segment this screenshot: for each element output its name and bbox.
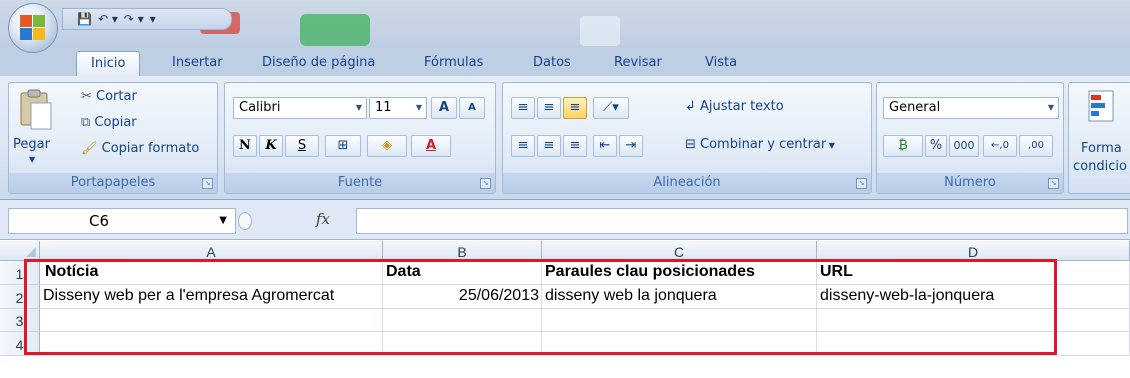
number-group-label: Número <box>877 173 1063 193</box>
column-header-a[interactable]: A <box>40 241 383 261</box>
grow-font-button[interactable]: A <box>431 97 457 119</box>
decrease-indent-button[interactable]: ⇤ <box>593 135 617 157</box>
font-size-value: 11 <box>375 100 392 115</box>
align-top-button[interactable]: ≡ <box>511 97 535 119</box>
shrink-font-button[interactable]: A <box>459 97 485 119</box>
highlight-box <box>24 259 1057 355</box>
font-name-select[interactable]: Calibri ▼ <box>233 97 367 119</box>
font-size-select[interactable]: 11 ▼ <box>369 97 427 119</box>
number-format-select[interactable]: General ▼ <box>883 97 1059 119</box>
wrap-text-icon: ↲ <box>685 99 701 114</box>
formula-bar-splitter[interactable] <box>238 212 252 230</box>
cut-label: Cortar <box>96 89 137 104</box>
font-color-button[interactable]: A <box>411 135 451 157</box>
copy-label: Copiar <box>94 115 137 130</box>
office-button[interactable] <box>8 3 58 53</box>
column-header-d[interactable]: D <box>817 241 1130 261</box>
tab-vista[interactable]: Vista <box>705 51 737 76</box>
clipboard-group-label: Portapapeles <box>9 173 217 193</box>
select-all-button[interactable] <box>0 241 40 261</box>
copy-icon: ⧉ <box>81 115 95 130</box>
paste-icon[interactable] <box>15 89 55 135</box>
number-format-value: General <box>889 100 941 115</box>
customize-qat-icon[interactable]: ▾ <box>150 12 156 26</box>
save-icon[interactable]: 💾 <box>77 12 92 26</box>
ribbon-tabs: Inicio Insertar Diseño de página Fórmula… <box>0 46 1130 76</box>
font-name-value: Calibri <box>239 100 281 115</box>
alignment-group: ≡ ≡ ≡ ⟋▾ ≡ ≡ ≡ ⇤ ⇥ ↲ Ajustar texto ⊟ Com… <box>502 82 872 194</box>
comma-style-button[interactable]: 000 <box>949 135 979 157</box>
bold-button[interactable]: N <box>233 135 257 157</box>
name-box[interactable]: C6 ▼ <box>8 208 236 234</box>
scissors-icon: ✂ <box>81 89 97 104</box>
blurred-region <box>580 16 620 46</box>
align-bottom-button[interactable]: ≡ <box>563 97 587 119</box>
conditional-format-label-1[interactable]: Forma <box>1081 141 1122 156</box>
wrap-text-label: Ajustar texto <box>700 99 784 114</box>
merge-icon: ⊟ <box>685 137 701 152</box>
paste-button[interactable]: Pegar <box>13 137 50 152</box>
align-middle-button[interactable]: ≡ <box>537 97 561 119</box>
tab-datos[interactable]: Datos <box>533 51 571 76</box>
number-group: General ▼ ₿ % 000 ←,0 ,00 Número ↘ <box>876 82 1064 194</box>
ribbon: Pegar ▼ ✂ Cortar ⧉ Copiar 🖌 Copiar forma… <box>0 76 1130 200</box>
insert-function-icon[interactable]: fx <box>316 210 330 228</box>
cell-reference: C6 <box>89 212 110 230</box>
chevron-down-icon: ▼ <box>415 103 422 112</box>
increase-decimal-button[interactable]: ←,0 <box>983 135 1017 157</box>
decrease-decimal-button[interactable]: ,00 <box>1019 135 1053 157</box>
paste-dropdown-icon[interactable]: ▼ <box>29 155 35 164</box>
conditional-format-icon[interactable] <box>1087 89 1115 125</box>
column-header-b[interactable]: B <box>383 241 542 261</box>
tab-formulas[interactable]: Fórmulas <box>424 51 483 76</box>
cut-button[interactable]: ✂ Cortar <box>81 89 137 104</box>
underline-button[interactable]: S <box>285 135 319 157</box>
tab-revisar[interactable]: Revisar <box>614 51 662 76</box>
italic-button[interactable]: K <box>259 135 283 157</box>
orientation-button[interactable]: ⟋▾ <box>593 97 629 119</box>
format-painter-button[interactable]: 🖌 Copiar formato <box>81 141 199 156</box>
fill-color-button[interactable]: ◈ <box>367 135 407 157</box>
tab-insertar[interactable]: Insertar <box>172 51 223 76</box>
font-group: Calibri ▼ 11 ▼ A A N K S ⊞ ◈ A Fuente ↘ <box>224 82 496 194</box>
office-logo-icon <box>20 15 46 41</box>
chevron-down-icon: ▼ <box>219 215 227 226</box>
alignment-launcher-icon[interactable]: ↘ <box>856 178 867 189</box>
format-painter-label: Copiar formato <box>101 141 200 156</box>
merge-center-button[interactable]: ⊟ Combinar y centrar ▼ <box>685 137 835 152</box>
formula-bar: C6 ▼ fx <box>0 200 1130 240</box>
percent-button[interactable]: % <box>925 135 947 157</box>
redo-icon[interactable]: ↷ ▾ <box>124 12 144 26</box>
formula-input[interactable] <box>356 208 1128 234</box>
accounting-format-button[interactable]: ₿ <box>883 135 923 157</box>
conditional-format-label-2[interactable]: condicio <box>1073 159 1127 174</box>
styles-group: Forma condicio <box>1068 82 1130 194</box>
chevron-down-icon: ▼ <box>1047 103 1054 112</box>
brush-icon: 🖌 <box>81 141 102 156</box>
clipboard-launcher-icon[interactable]: ↘ <box>202 178 213 189</box>
blurred-region <box>300 14 370 46</box>
align-left-button[interactable]: ≡ <box>511 135 535 157</box>
align-center-button[interactable]: ≡ <box>537 135 561 157</box>
alignment-group-label: Alineación <box>503 173 871 193</box>
borders-button[interactable]: ⊞ <box>325 135 361 157</box>
tab-diseno-pagina[interactable]: Diseño de página <box>262 51 375 76</box>
chevron-down-icon: ▼ <box>355 103 362 112</box>
font-launcher-icon[interactable]: ↘ <box>480 178 491 189</box>
align-right-button[interactable]: ≡ <box>563 135 587 157</box>
wrap-text-button[interactable]: ↲ Ajustar texto <box>685 99 784 114</box>
tab-inicio[interactable]: Inicio <box>76 51 141 76</box>
clipboard-group: Pegar ▼ ✂ Cortar ⧉ Copiar 🖌 Copiar forma… <box>8 82 218 194</box>
undo-icon[interactable]: ↶ ▾ <box>98 12 118 26</box>
font-group-label: Fuente <box>225 173 495 193</box>
merge-center-label: Combinar y centrar <box>700 137 827 152</box>
quick-access-toolbar: 💾 ↶ ▾ ↷ ▾ ▾ <box>62 8 232 30</box>
copy-button[interactable]: ⧉ Copiar <box>81 115 137 130</box>
number-launcher-icon[interactable]: ↘ <box>1048 178 1059 189</box>
chevron-down-icon: ▼ <box>826 141 835 150</box>
increase-indent-button[interactable]: ⇥ <box>619 135 643 157</box>
column-header-c[interactable]: C <box>542 241 817 261</box>
